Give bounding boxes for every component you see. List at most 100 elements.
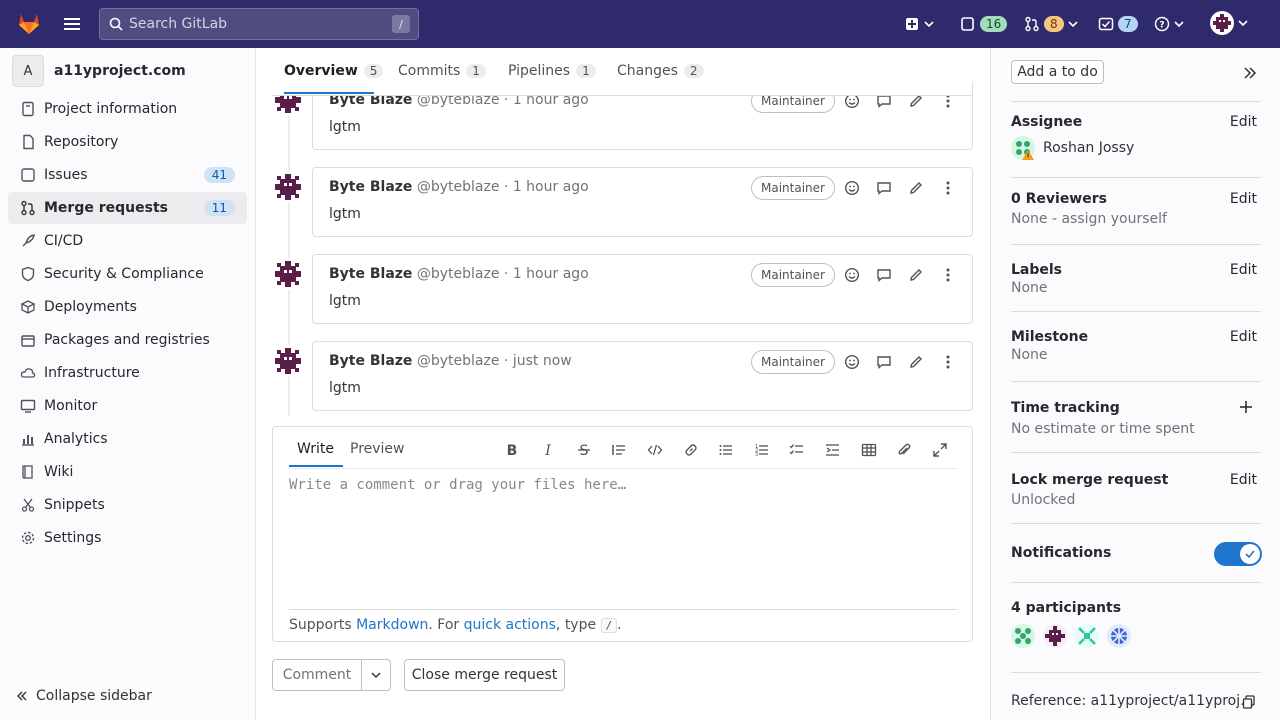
- note-author-name[interactable]: Byte Blaze: [329, 353, 412, 369]
- reply-icon[interactable]: [873, 264, 895, 286]
- sidebar-item-issues[interactable]: Issues 41: [8, 159, 247, 191]
- edit-labels-button[interactable]: Edit: [1230, 262, 1257, 278]
- bold-icon[interactable]: B: [501, 439, 523, 461]
- close-merge-request-button[interactable]: Close merge request: [404, 659, 565, 691]
- sidebar-item-security-compliance[interactable]: Security & Compliance: [8, 258, 247, 290]
- collapsible-section-icon[interactable]: [822, 439, 844, 461]
- sidebar-item-ci-cd[interactable]: CI/CD: [8, 225, 247, 257]
- edit-pencil-icon[interactable]: [905, 264, 927, 286]
- sidebar-item-wiki[interactable]: Wiki: [8, 456, 247, 488]
- more-actions-icon[interactable]: [937, 264, 959, 286]
- participant-avatar[interactable]: [1043, 624, 1067, 648]
- assignee-user[interactable]: Roshan Jossy: [1011, 136, 1261, 160]
- new-item-dropdown[interactable]: [904, 12, 934, 36]
- sidebar-item-analytics[interactable]: Analytics: [8, 423, 247, 455]
- sidebar-item-project-information[interactable]: Project information: [8, 93, 247, 125]
- sidebar-item-repository[interactable]: Repository: [8, 126, 247, 158]
- note-author-name[interactable]: Byte Blaze: [329, 266, 412, 282]
- tab-overview[interactable]: Overview 5: [284, 63, 384, 79]
- comment-options-dropdown[interactable]: [361, 659, 391, 691]
- edit-pencil-icon[interactable]: [905, 177, 927, 199]
- quick-actions-link[interactable]: quick actions: [464, 617, 556, 633]
- search-input[interactable]: [129, 16, 379, 32]
- add-time-plus-icon[interactable]: [1239, 400, 1253, 414]
- help-dropdown[interactable]: ?: [1154, 12, 1184, 36]
- labels-section: Labels Edit None: [1011, 262, 1261, 296]
- numbered-list-icon[interactable]: 123: [751, 439, 773, 461]
- tab-pipelines[interactable]: Pipelines 1: [508, 63, 596, 79]
- package-icon: [20, 332, 36, 348]
- strikethrough-icon[interactable]: S: [573, 439, 595, 461]
- code-icon[interactable]: [644, 439, 666, 461]
- user-menu-dropdown[interactable]: [1210, 11, 1248, 35]
- project-header[interactable]: A a11yproject.com: [12, 55, 186, 87]
- comment-button[interactable]: Comment: [272, 659, 362, 691]
- edit-assignee-button[interactable]: Edit: [1230, 114, 1257, 130]
- reviewers-value[interactable]: None - assign yourself: [1011, 211, 1261, 227]
- edit-milestone-button[interactable]: Edit: [1230, 329, 1257, 345]
- attach-file-icon[interactable]: [893, 439, 915, 461]
- tab-preview[interactable]: Preview: [350, 441, 405, 457]
- scissors-icon: [20, 497, 36, 513]
- fullscreen-icon[interactable]: [929, 439, 951, 461]
- italic-icon[interactable]: I: [537, 439, 559, 461]
- note-author-handle[interactable]: @byteblaze: [417, 353, 500, 369]
- more-actions-icon[interactable]: [937, 351, 959, 373]
- tab-commits[interactable]: Commits 1: [398, 63, 486, 79]
- reply-icon[interactable]: [873, 351, 895, 373]
- add-reaction-icon[interactable]: [841, 351, 863, 373]
- note-time[interactable]: just now: [513, 353, 572, 369]
- markdown-link[interactable]: Markdown: [356, 617, 428, 633]
- collapse-right-sidebar-icon[interactable]: [1243, 66, 1257, 80]
- gitlab-logo-icon[interactable]: [16, 10, 42, 36]
- sidebar-item-settings[interactable]: Settings: [8, 522, 247, 554]
- comment-textarea[interactable]: [289, 477, 957, 605]
- note-time[interactable]: 1 hour ago: [513, 266, 589, 282]
- note-author-handle[interactable]: @byteblaze: [417, 179, 500, 195]
- sidebar-item-infrastructure[interactable]: Infrastructure: [8, 357, 247, 389]
- search-bar[interactable]: /: [99, 8, 419, 40]
- merge-requests-nav-button[interactable]: 8: [1024, 12, 1078, 36]
- edit-reviewers-button[interactable]: Edit: [1230, 191, 1257, 207]
- note-author-handle[interactable]: @byteblaze: [417, 266, 500, 282]
- tab-changes[interactable]: Changes 2: [617, 63, 704, 79]
- note-time[interactable]: 1 hour ago: [513, 179, 589, 195]
- sidebar-item-packages-registries[interactable]: Packages and registries: [8, 324, 247, 356]
- add-reaction-icon[interactable]: [841, 264, 863, 286]
- sidebar-item-label: Wiki: [44, 464, 74, 480]
- add-todo-button[interactable]: Add a to do: [1011, 60, 1104, 84]
- sidebar-item-snippets[interactable]: Snippets: [8, 489, 247, 521]
- note-author-avatar[interactable]: [272, 258, 304, 290]
- note-author-avatar[interactable]: [272, 171, 304, 203]
- link-icon[interactable]: [680, 439, 702, 461]
- edit-pencil-icon[interactable]: [905, 351, 927, 373]
- menu-icon[interactable]: [62, 14, 82, 34]
- bullet-list-icon[interactable]: [715, 439, 737, 461]
- project-name: a11yproject.com: [54, 63, 186, 79]
- collapse-sidebar-button[interactable]: Collapse sidebar: [16, 688, 152, 704]
- tab-write[interactable]: Write: [297, 441, 334, 457]
- notifications-toggle[interactable]: [1214, 542, 1262, 566]
- sidebar-item-monitor[interactable]: Monitor: [8, 390, 247, 422]
- add-reaction-icon[interactable]: [841, 177, 863, 199]
- note-body: lgtm: [329, 293, 361, 309]
- quote-icon[interactable]: [608, 439, 630, 461]
- note-card: Byte Blaze @byteblaze · just now Maintai…: [312, 341, 973, 411]
- edit-lock-button[interactable]: Edit: [1230, 472, 1257, 488]
- table-icon[interactable]: [858, 439, 880, 461]
- tab-label: Commits: [398, 63, 461, 79]
- participant-avatar[interactable]: [1107, 624, 1131, 648]
- more-actions-icon[interactable]: [937, 177, 959, 199]
- copy-reference-icon[interactable]: [1242, 695, 1256, 709]
- active-tab-indicator: [284, 92, 374, 94]
- note-author-avatar[interactable]: [272, 345, 304, 377]
- todos-nav-button[interactable]: 7: [1098, 12, 1138, 36]
- task-list-icon[interactable]: [786, 439, 808, 461]
- reply-icon[interactable]: [873, 177, 895, 199]
- participant-avatar[interactable]: [1011, 624, 1035, 648]
- issues-nav-button[interactable]: 16: [960, 12, 1008, 36]
- participant-avatar[interactable]: [1075, 624, 1099, 648]
- note-author-name[interactable]: Byte Blaze: [329, 179, 412, 195]
- sidebar-item-merge-requests[interactable]: Merge requests 11: [8, 192, 247, 224]
- sidebar-item-deployments[interactable]: Deployments: [8, 291, 247, 323]
